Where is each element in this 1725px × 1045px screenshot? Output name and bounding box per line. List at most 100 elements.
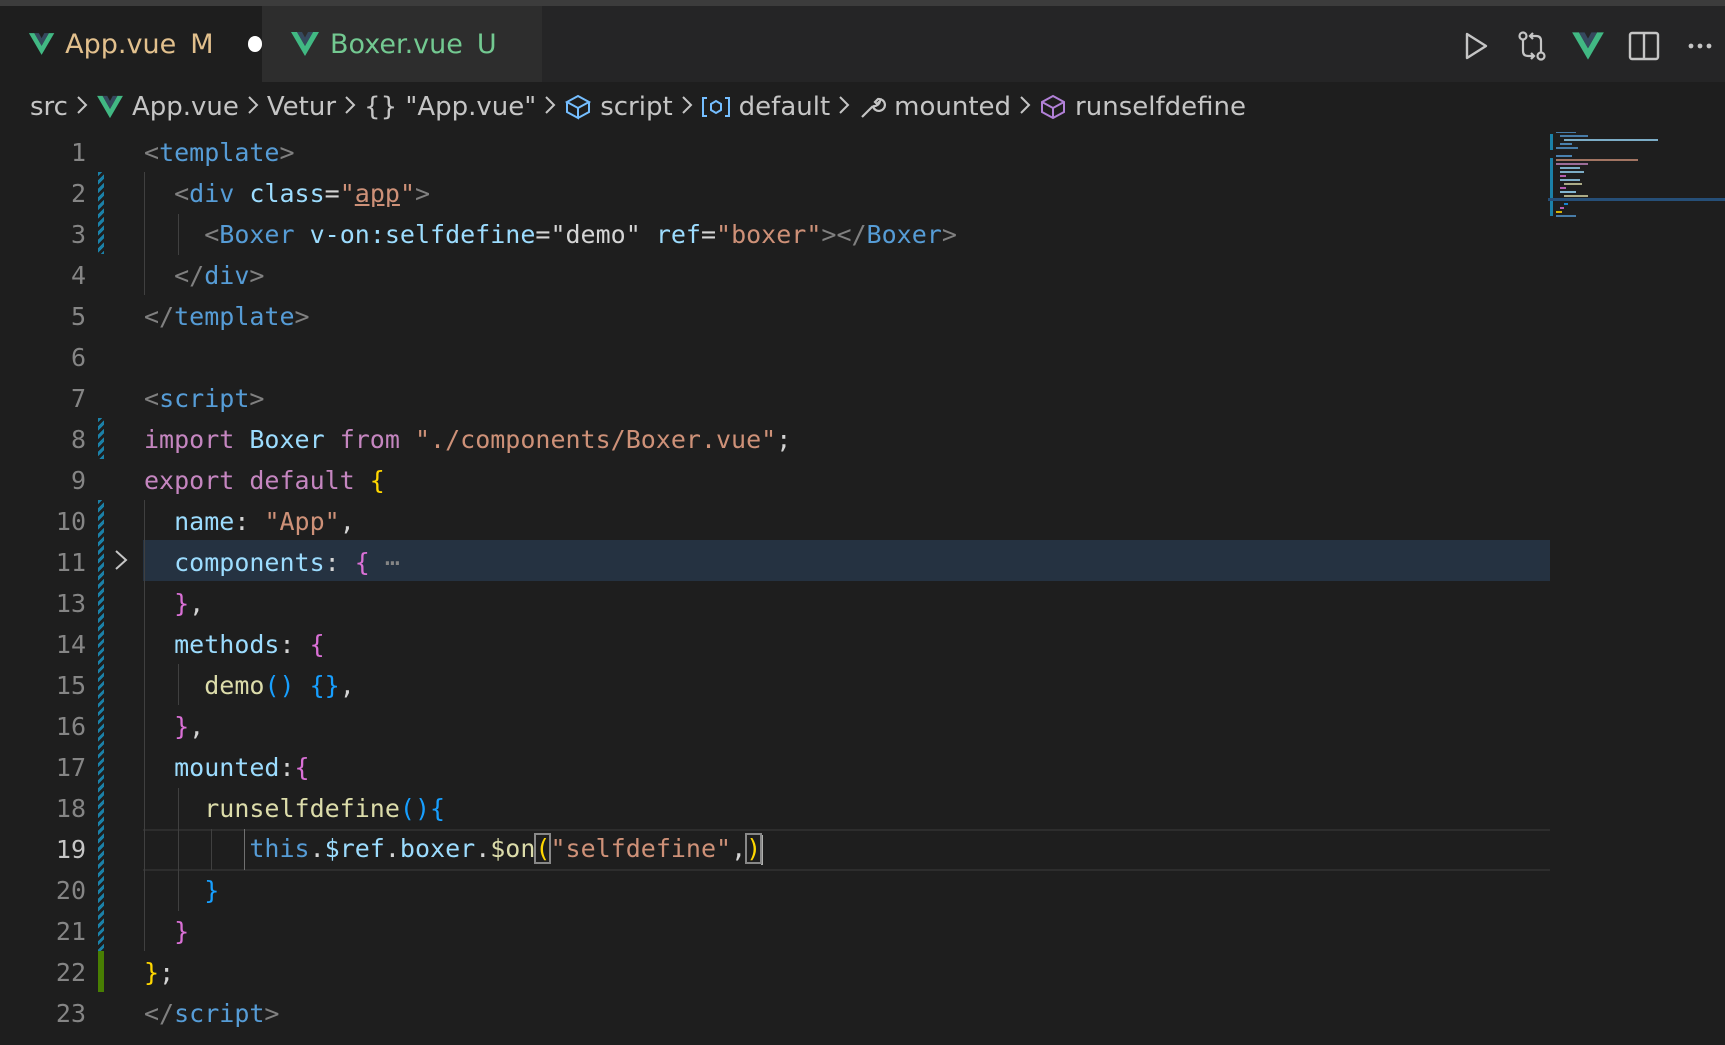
line-number: 17 bbox=[55, 753, 86, 782]
modified-badge: M bbox=[190, 28, 214, 60]
line-number: 1 bbox=[70, 138, 86, 167]
line-number: 20 bbox=[55, 876, 86, 905]
more-icon[interactable] bbox=[1683, 29, 1717, 63]
breadcrumb-src[interactable]: src bbox=[30, 92, 68, 122]
code-text: }, bbox=[174, 712, 205, 741]
vue-file-icon bbox=[291, 32, 319, 56]
breadcrumb-label: script bbox=[600, 92, 673, 122]
code-text: runselfdefine(){ bbox=[204, 794, 446, 823]
wrench-icon bbox=[861, 97, 887, 118]
code-text: <Boxer v-on:selfdefine="demo" ref="boxer… bbox=[204, 220, 957, 249]
minimap[interactable] bbox=[1548, 132, 1725, 372]
vue-file-icon bbox=[97, 95, 123, 119]
code-text: mounted:{ bbox=[174, 753, 310, 782]
code-text: <div class="app"> bbox=[174, 179, 431, 208]
line-number: 19 bbox=[55, 835, 86, 864]
code-text: }; bbox=[144, 958, 175, 987]
vue-icon[interactable] bbox=[1571, 29, 1605, 63]
code-text: }, bbox=[174, 589, 205, 618]
chevron-right-icon bbox=[838, 92, 850, 122]
code-line: 5 </template> bbox=[0, 296, 1550, 337]
vue-file-icon bbox=[28, 33, 55, 55]
breadcrumb-default[interactable]: default bbox=[701, 92, 830, 122]
code-line: 9 export default { bbox=[0, 460, 1550, 501]
code-line: 21 } bbox=[0, 911, 1550, 952]
line-number: 16 bbox=[55, 712, 86, 741]
chevron-right-icon bbox=[247, 92, 259, 122]
breadcrumb-label: mounted bbox=[894, 92, 1012, 122]
code-text: <template> bbox=[144, 138, 295, 167]
code-text: demo() {}, bbox=[204, 671, 355, 700]
line-number: 23 bbox=[55, 999, 86, 1028]
code-text: } bbox=[204, 876, 220, 905]
module-cube-icon bbox=[565, 94, 592, 120]
code-editor[interactable]: 1 <template> 2 <div class="app"> 3 <Boxe… bbox=[0, 132, 1725, 1045]
tab-boxer-vue[interactable]: Boxer.vue U bbox=[262, 6, 542, 82]
line-number: 18 bbox=[55, 794, 86, 823]
code-line: 1 <template> bbox=[0, 132, 1550, 173]
breadcrumb-label: Vetur bbox=[266, 92, 337, 122]
line-number: 15 bbox=[55, 671, 86, 700]
code-line: 17 mounted:{ bbox=[0, 747, 1550, 788]
code-line: 8 import Boxer from "./components/Boxer.… bbox=[0, 419, 1550, 460]
code-line: 2 <div class="app"> bbox=[0, 173, 1550, 214]
code-text: components: { ⋯ bbox=[174, 548, 400, 577]
editor-actions bbox=[1459, 26, 1725, 66]
line-number: 7 bbox=[70, 384, 86, 413]
tab-label: Boxer.vue bbox=[330, 28, 463, 60]
folded-ellipsis-icon[interactable]: ⋯ bbox=[385, 548, 400, 577]
code-text: </div> bbox=[174, 261, 265, 290]
code-text: export default { bbox=[144, 466, 385, 495]
line-number: 8 bbox=[70, 425, 86, 454]
breadcrumb-mounted[interactable]: mounted bbox=[858, 92, 1011, 122]
code-line: 20 } bbox=[0, 870, 1550, 911]
code-text: </script> bbox=[144, 999, 280, 1028]
line-number: 4 bbox=[70, 261, 86, 290]
code-text: import Boxer from "./components/Boxer.vu… bbox=[144, 425, 792, 454]
line-number: 21 bbox=[55, 917, 86, 946]
line-number: 11 bbox=[55, 548, 86, 577]
code-line: 18 runselfdefine(){ bbox=[0, 788, 1550, 829]
untracked-badge: U bbox=[476, 28, 497, 60]
line-number: 22 bbox=[55, 958, 86, 987]
line-number: 13 bbox=[55, 589, 86, 618]
code-text: methods: { bbox=[174, 630, 325, 659]
line-number: 3 bbox=[70, 220, 86, 249]
code-line: 13 }, bbox=[0, 583, 1550, 624]
line-number: 6 bbox=[70, 343, 86, 372]
breadcrumb-vetur[interactable]: Vetur bbox=[267, 92, 336, 122]
code-text: </template> bbox=[144, 302, 310, 331]
line-number: 5 bbox=[70, 302, 86, 331]
breadcrumb-label: runselfdefine bbox=[1075, 92, 1246, 122]
chevron-right-icon bbox=[681, 92, 693, 122]
code-line: 4 </div> bbox=[0, 255, 1550, 296]
code-text: this.$ref.boxer.$on("selfdefine",) bbox=[249, 833, 764, 865]
code-line: 3 <Boxer v-on:selfdefine="demo" ref="box… bbox=[0, 214, 1550, 255]
code-line: 6 bbox=[0, 337, 1550, 378]
unsaved-dot-icon[interactable] bbox=[247, 36, 262, 52]
code-line: 15 demo() {}, bbox=[0, 665, 1550, 706]
breadcrumb-object[interactable]: {} "App.vue" bbox=[364, 92, 536, 122]
breadcrumb-label: src bbox=[30, 92, 68, 122]
compare-changes-icon[interactable] bbox=[1515, 29, 1549, 63]
split-editor-icon[interactable] bbox=[1627, 29, 1661, 63]
tab-app-vue[interactable]: App.vue M bbox=[0, 6, 262, 82]
code-line: 14 methods: { bbox=[0, 624, 1550, 665]
code-text: name: "App", bbox=[174, 507, 355, 536]
breadcrumb: src App.vue Vetur {} "App.vue" script de… bbox=[0, 82, 1725, 132]
breadcrumb-script[interactable]: script bbox=[564, 92, 673, 122]
line-number: 9 bbox=[70, 466, 86, 495]
breadcrumb-label: App.vue bbox=[131, 92, 239, 122]
code-line: 7 <script> bbox=[0, 378, 1550, 419]
code-text: <script> bbox=[144, 384, 265, 413]
chevron-right-icon bbox=[1019, 92, 1031, 122]
run-icon[interactable] bbox=[1459, 29, 1493, 63]
text-cursor bbox=[761, 835, 764, 865]
breadcrumb-file[interactable]: App.vue bbox=[96, 92, 239, 122]
method-cube-icon bbox=[1041, 94, 1066, 120]
breadcrumb-label: default bbox=[738, 92, 831, 122]
breadcrumb-label: {} "App.vue" bbox=[364, 92, 537, 122]
editor-tab-bar: App.vue M Boxer.vue U bbox=[0, 6, 1725, 82]
breadcrumb-method[interactable]: runselfdefine bbox=[1039, 92, 1246, 122]
line-number: 14 bbox=[55, 630, 86, 659]
